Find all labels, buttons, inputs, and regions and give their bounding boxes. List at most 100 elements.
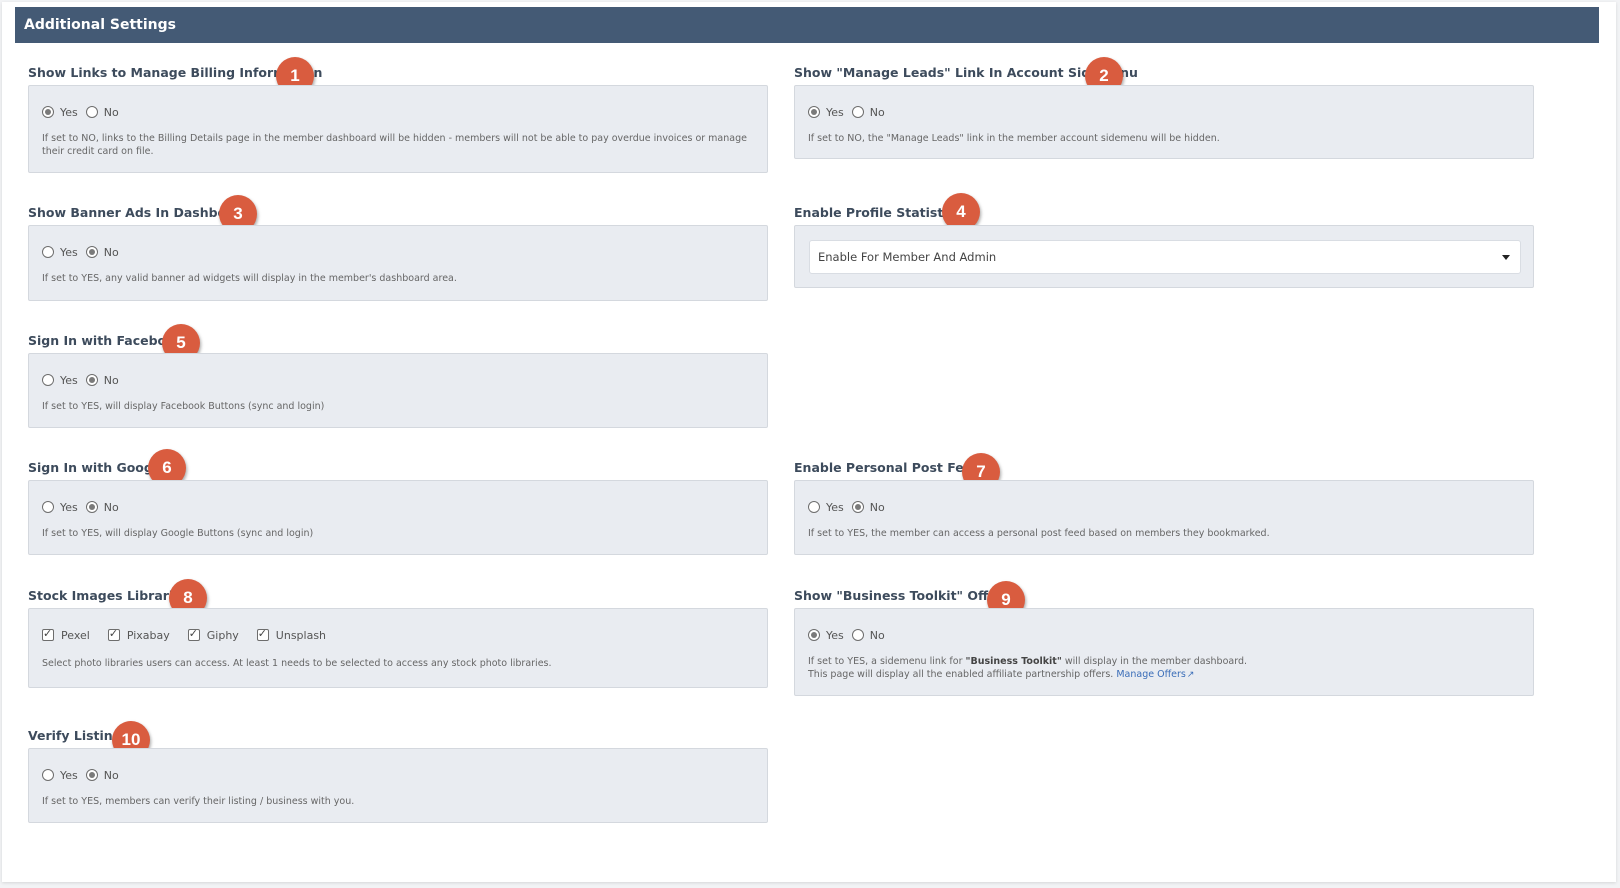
- radio-no-indicator[interactable]: [85, 106, 98, 118]
- radio-yes[interactable]: Yes: [42, 106, 78, 119]
- radio-no-indicator[interactable]: [851, 629, 864, 641]
- checkbox-giphy[interactable]: Giphy: [187, 627, 239, 642]
- radio-yes-indicator[interactable]: [42, 501, 54, 513]
- radio-yes[interactable]: Yes: [808, 501, 844, 514]
- radio-no-indicator[interactable]: [85, 246, 98, 258]
- radio-no[interactable]: No: [85, 500, 119, 514]
- caret-down-icon: [1502, 255, 1510, 260]
- radio-yes-label: Yes: [60, 500, 78, 514]
- field-label: Show Banner Ads In Dashboard: [28, 205, 250, 220]
- radio-yes-label: Yes: [826, 105, 844, 119]
- radio-group: Yes No: [808, 104, 1520, 120]
- help-text: If set to NO, links to the Billing Detai…: [42, 133, 747, 157]
- radio-yes-indicator[interactable]: [42, 769, 54, 781]
- radio-group: Yes No: [808, 627, 1520, 643]
- radio-no[interactable]: No: [85, 374, 119, 387]
- radio-no[interactable]: No: [851, 105, 885, 119]
- radio-yes-indicator[interactable]: [42, 374, 54, 386]
- radio-no-label: No: [103, 768, 119, 782]
- help-text-bold: "Business Toolkit": [965, 656, 1062, 667]
- radio-yes[interactable]: Yes: [808, 106, 844, 119]
- radio-no[interactable]: No: [851, 500, 885, 514]
- radio-no-label: No: [103, 245, 119, 259]
- radio-yes-indicator[interactable]: [42, 246, 54, 258]
- checkbox-unsplash-indicator[interactable]: [256, 627, 269, 641]
- checkbox-giphy-indicator[interactable]: [187, 627, 200, 641]
- field-label: Enable Personal Post Feed: [794, 460, 982, 475]
- help-text: If set to YES, will display Google Butto…: [42, 528, 314, 539]
- section-header: Additional Settings: [15, 7, 1599, 43]
- radio-yes-indicator[interactable]: [808, 629, 820, 641]
- radio-yes-indicator[interactable]: [42, 106, 54, 118]
- help-text-line2: This page will display all the enabled a…: [808, 669, 1114, 680]
- field-label: Sign In with Facebook: [28, 333, 184, 348]
- radio-yes-label: Yes: [826, 628, 844, 642]
- radio-yes-indicator[interactable]: [808, 501, 820, 513]
- help-text: Select photo libraries users can access.…: [42, 658, 552, 669]
- radio-yes-label: Yes: [60, 373, 78, 387]
- field-box: Enable For Member And Admin: [794, 225, 1534, 288]
- checkbox-pexel[interactable]: Pexel: [42, 627, 90, 642]
- help-text: If set to YES, members can verify their …: [42, 796, 355, 807]
- field-label: Verify Listing: [28, 728, 122, 743]
- field-label: Sign In with Google: [28, 460, 166, 475]
- checkbox-label: Unsplash: [275, 628, 327, 642]
- radio-yes[interactable]: Yes: [42, 769, 78, 782]
- profile-statistics-select[interactable]: Enable For Member And Admin: [809, 240, 1521, 274]
- radio-no-indicator[interactable]: [85, 374, 98, 386]
- help-text: If set to YES, the member can access a p…: [808, 528, 1270, 539]
- checkbox-label: Giphy: [206, 628, 239, 642]
- radio-group: Yes No: [42, 767, 754, 783]
- radio-no-indicator[interactable]: [851, 106, 864, 118]
- field-box: Yes No If set to YES, the member can acc…: [794, 480, 1534, 555]
- field-label: Enable Profile Statistics: [794, 205, 963, 220]
- radio-yes-label: Yes: [826, 500, 844, 514]
- help-text-prefix: If set to YES, a sidemenu link for: [808, 656, 966, 667]
- radio-no[interactable]: No: [85, 106, 119, 119]
- radio-group: Yes No: [808, 499, 1520, 515]
- radio-no-label: No: [869, 105, 885, 119]
- field-box: Pexel Pixabay Giphy Unsplash Select phot…: [28, 608, 768, 688]
- field-box: Yes No If set to YES, a sidemenu link fo…: [794, 608, 1534, 696]
- radio-group: Yes No: [42, 499, 754, 515]
- field-box: Yes No If set to YES, members can verify…: [28, 748, 768, 823]
- field-box: Yes No If set to YES, any valid banner a…: [28, 225, 768, 301]
- radio-yes[interactable]: Yes: [42, 246, 78, 259]
- radio-no[interactable]: No: [85, 245, 119, 259]
- radio-yes-label: Yes: [60, 768, 78, 782]
- radio-no[interactable]: No: [85, 768, 119, 782]
- manage-offers-link[interactable]: Manage Offers↗: [1116, 669, 1194, 680]
- field-box: Yes No If set to YES, will display Faceb…: [28, 353, 768, 428]
- checkbox-unsplash[interactable]: Unsplash: [256, 627, 327, 642]
- field-box: Yes No If set to NO, links to the Billin…: [28, 85, 768, 173]
- field-box: Yes No If set to YES, will display Googl…: [28, 480, 768, 555]
- radio-yes[interactable]: Yes: [808, 629, 844, 642]
- radio-no-label: No: [103, 500, 119, 514]
- checkbox-label: Pexel: [61, 628, 90, 642]
- checkbox-pixabay-indicator[interactable]: [107, 627, 120, 641]
- radio-no-indicator[interactable]: [85, 501, 98, 513]
- field-label: Stock Images Libraries: [28, 588, 190, 603]
- radio-yes[interactable]: Yes: [42, 501, 78, 514]
- radio-yes-label: Yes: [60, 245, 78, 259]
- help-text: If set to YES, any valid banner ad widge…: [42, 273, 457, 284]
- checkbox-pexel-indicator[interactable]: [42, 627, 54, 641]
- radio-group: Yes No: [42, 372, 754, 388]
- radio-no-indicator[interactable]: [85, 769, 98, 781]
- radio-no-label: No: [869, 628, 885, 642]
- field-label: Show "Business Toolkit" Offers: [794, 588, 1011, 603]
- help-text-suffix: will display in the member dashboard.: [1061, 656, 1247, 667]
- help-text: If set to NO, the "Manage Leads" link in…: [808, 133, 1220, 144]
- radio-group: Yes No: [42, 244, 754, 260]
- radio-no-indicator[interactable]: [851, 501, 864, 513]
- field-box: Yes No If set to NO, the "Manage Leads" …: [794, 85, 1534, 159]
- select-value: Enable For Member And Admin: [818, 250, 997, 264]
- radio-yes-indicator[interactable]: [808, 106, 820, 118]
- radio-yes[interactable]: Yes: [42, 374, 78, 387]
- external-link-icon: ↗: [1186, 670, 1195, 680]
- radio-no-label: No: [869, 500, 885, 514]
- checkbox-pixabay[interactable]: Pixabay: [107, 627, 170, 642]
- radio-no[interactable]: No: [851, 628, 885, 642]
- checkbox-group: Pexel Pixabay Giphy Unsplash: [42, 627, 754, 643]
- help-text: If set to YES, will display Facebook But…: [42, 401, 325, 412]
